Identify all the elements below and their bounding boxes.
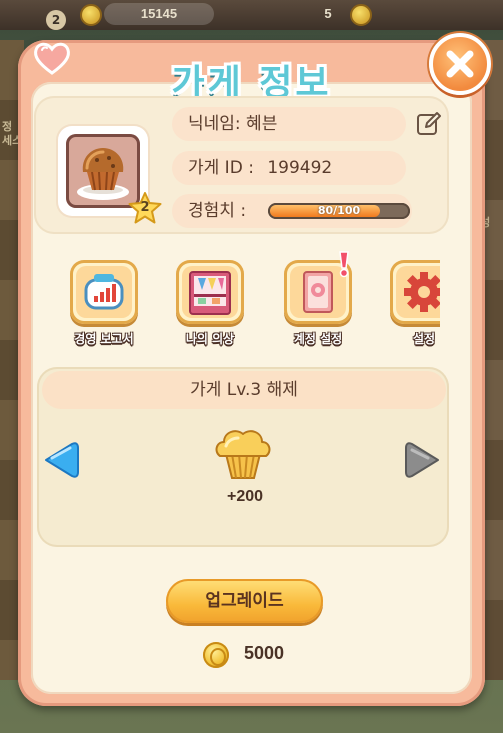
- exp-progress-bar: 80/100: [268, 203, 410, 219]
- edit-icon[interactable]: [416, 111, 442, 137]
- menu-item-wardrobe[interactable]: 나의 의상: [170, 254, 250, 354]
- report-icon: [84, 274, 124, 310]
- menu-tile-inner: [76, 266, 132, 318]
- coin-icon: [203, 642, 229, 668]
- level-star-badge: 2: [128, 192, 162, 224]
- coin-count: 15145: [104, 3, 214, 25]
- arrow-left-icon[interactable]: [42, 440, 80, 480]
- arrow-right-icon[interactable]: [404, 440, 442, 480]
- menu-label-report: 경영 보고서: [74, 332, 134, 346]
- muffin-avatar-icon: [77, 148, 129, 200]
- nickname-label: 닉네임: 혜븐: [188, 114, 278, 134]
- level-star-number: 2: [140, 200, 150, 215]
- alert-icon: [339, 251, 349, 278]
- wardrobe-icon: [189, 271, 231, 315]
- upgrade-cost: 5000: [244, 643, 285, 663]
- close-icon: [446, 50, 474, 78]
- shop-id-value: 199492: [267, 158, 333, 178]
- muffin-icon: [215, 430, 271, 479]
- menu-tile-inner: [182, 266, 238, 318]
- unlock-header: 가게 Lv.3 해제: [42, 371, 446, 409]
- exp-progress-text: 80/100: [317, 204, 361, 217]
- upgrade-button[interactable]: 업그레이드: [166, 579, 323, 623]
- menu-tile: [70, 260, 138, 324]
- gear-icon: [404, 272, 440, 312]
- menu-tile: [176, 260, 244, 324]
- menu-label-wardrobe: 나의 의상: [185, 332, 235, 346]
- shop-id-label: 가게 ID :: [188, 158, 254, 178]
- add-currency-icon[interactable]: [350, 4, 372, 26]
- coin-icon: [80, 4, 102, 26]
- menu-label-settings: 설정: [412, 332, 436, 346]
- menu-tile-inner: [396, 266, 440, 318]
- menu-tile: [390, 260, 440, 324]
- menu-row: 경영 보고서 나의 의상 계정 설정 설정: [40, 254, 440, 354]
- shop-id-row: 가게 ID : 199492: [172, 151, 406, 185]
- menu-item-settings[interactable]: 설정: [384, 254, 440, 354]
- menu-label-account-settings: 계정 설정: [293, 332, 343, 346]
- exp-label: 경험치 :: [188, 201, 247, 221]
- player-level-badge: 2: [46, 10, 66, 30]
- close-button[interactable]: [429, 33, 491, 95]
- nickname-row: 닉네임: 혜븐: [172, 107, 406, 141]
- top-resource-bar: [0, 0, 503, 30]
- gem-count: 5: [324, 6, 332, 21]
- menu-item-report[interactable]: 경영 보고서: [64, 254, 144, 354]
- reward-amount: +200: [226, 488, 264, 505]
